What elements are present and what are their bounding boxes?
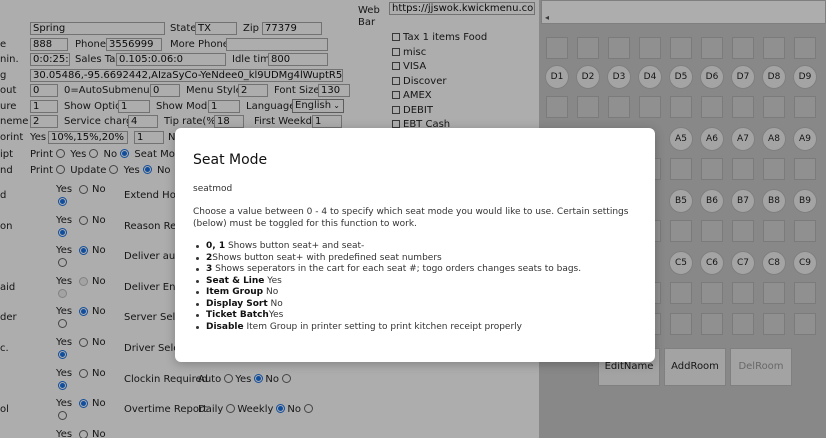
seat-mode-dialog: Seat Mode seatmod Choose a value between… [175,128,655,362]
option-text: Item Group in printer setting to print k… [243,321,522,332]
option-key: Display Sort [206,298,268,309]
dialog-title: Seat Mode [193,152,268,168]
option-key: Item Group [206,287,264,297]
option-item: Display Sort No [193,299,643,311]
option-key: 0, 1 [206,241,226,251]
option-text: Shows button seat+ and seat- [225,241,365,251]
option-item: Seat & Line Yes [193,276,643,288]
option-text: Shows seperators in the cart for each se… [212,264,582,274]
option-item: Ticket BatchYes [193,310,643,322]
settings-screen: Spring State TX Zip 77379 e 888 Phone 35… [0,0,826,438]
option-text: Shows button seat+ with predefined seat … [212,252,442,263]
option-item: 3 Shows seperators in the cart for each … [193,264,643,276]
option-text: No [267,298,283,309]
option-item: 0, 1 Shows button seat+ and seat- [193,241,643,253]
dialog-description: Choose a value between 0 - 4 to specify … [193,207,629,229]
option-item: 2Shows button seat+ with predefined seat… [193,253,643,265]
dialog-setting-key: seatmod [193,184,233,194]
option-key: Disable [206,321,244,332]
option-text: No [263,287,279,297]
option-key: Ticket Batch [206,310,269,320]
option-text: Yes [264,275,282,286]
option-key: Seat & Line [206,275,265,286]
option-text: Yes [268,310,284,320]
dialog-option-list: 0, 1 Shows button seat+ and seat- 2Shows … [193,241,643,333]
option-item: Disable Item Group in printer setting to… [193,322,643,334]
option-item: Item Group No [193,287,643,299]
